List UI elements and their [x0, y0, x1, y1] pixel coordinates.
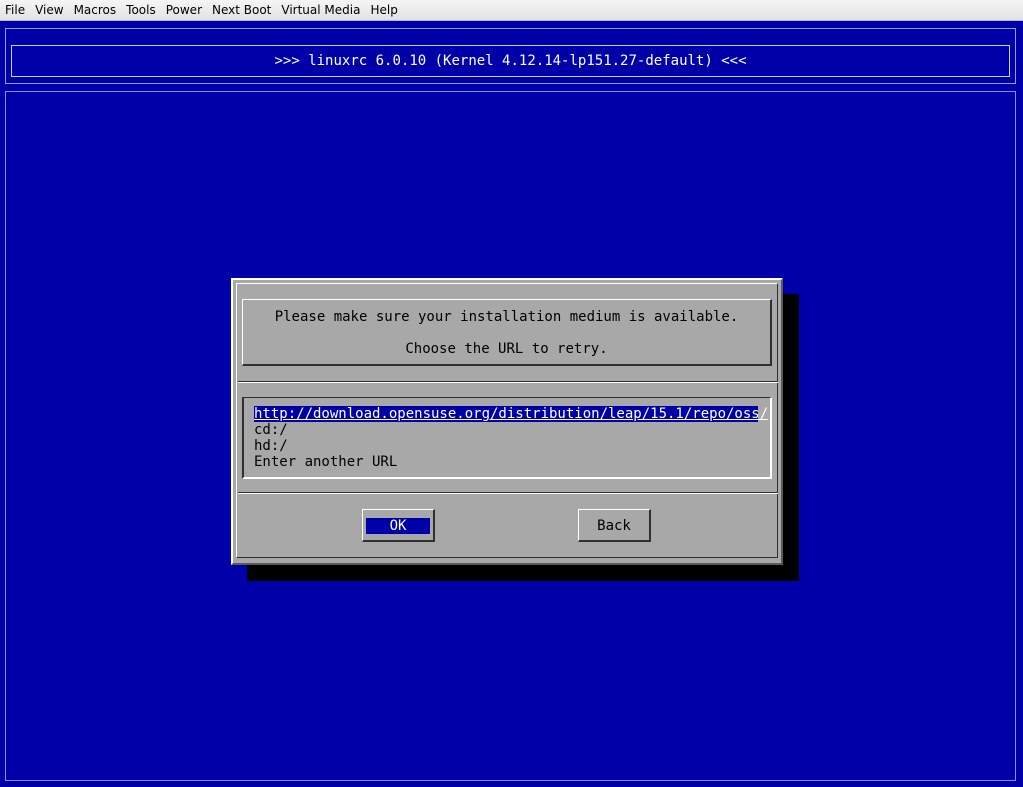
ok-button-label: OK [366, 518, 430, 534]
message-line-1: Please make sure your installation mediu… [274, 309, 739, 325]
message-box: Please make sure your installation mediu… [242, 299, 772, 366]
divider [238, 492, 778, 494]
menu-bar: File View Macros Tools Power Next Boot V… [0, 0, 1023, 21]
console-title: >>> linuxrc 6.0.10 (Kernel 4.12.14-lp151… [11, 45, 1010, 77]
menu-power[interactable]: Power [161, 0, 207, 20]
console-screen: >>> linuxrc 6.0.10 (Kernel 4.12.14-lp151… [0, 21, 1023, 787]
message-line-2: Choose the URL to retry. [405, 341, 608, 357]
back-button[interactable]: Back [578, 509, 651, 542]
menu-file[interactable]: File [0, 0, 30, 20]
menu-help[interactable]: Help [365, 0, 402, 20]
url-option-http[interactable]: http://download.opensuse.org/distributio… [254, 406, 768, 422]
header-bar: >>> linuxrc 6.0.10 (Kernel 4.12.14-lp151… [5, 28, 1016, 84]
url-option-hd[interactable]: hd:/ [254, 438, 288, 454]
menu-view[interactable]: View [30, 0, 68, 20]
divider [238, 381, 778, 383]
url-option-enter-another[interactable]: Enter another URL [254, 454, 397, 470]
retry-dialog: Please make sure your installation mediu… [231, 278, 783, 565]
menu-virtual-media[interactable]: Virtual Media [276, 0, 365, 20]
menu-macros[interactable]: Macros [69, 0, 122, 20]
menu-tools[interactable]: Tools [121, 0, 161, 20]
ok-button[interactable]: OK [362, 509, 435, 542]
menu-next-boot[interactable]: Next Boot [207, 0, 276, 20]
url-option-cd[interactable]: cd:/ [254, 422, 288, 438]
url-list[interactable]: http://download.opensuse.org/distributio… [242, 397, 772, 479]
back-button-label: Back [597, 518, 631, 534]
